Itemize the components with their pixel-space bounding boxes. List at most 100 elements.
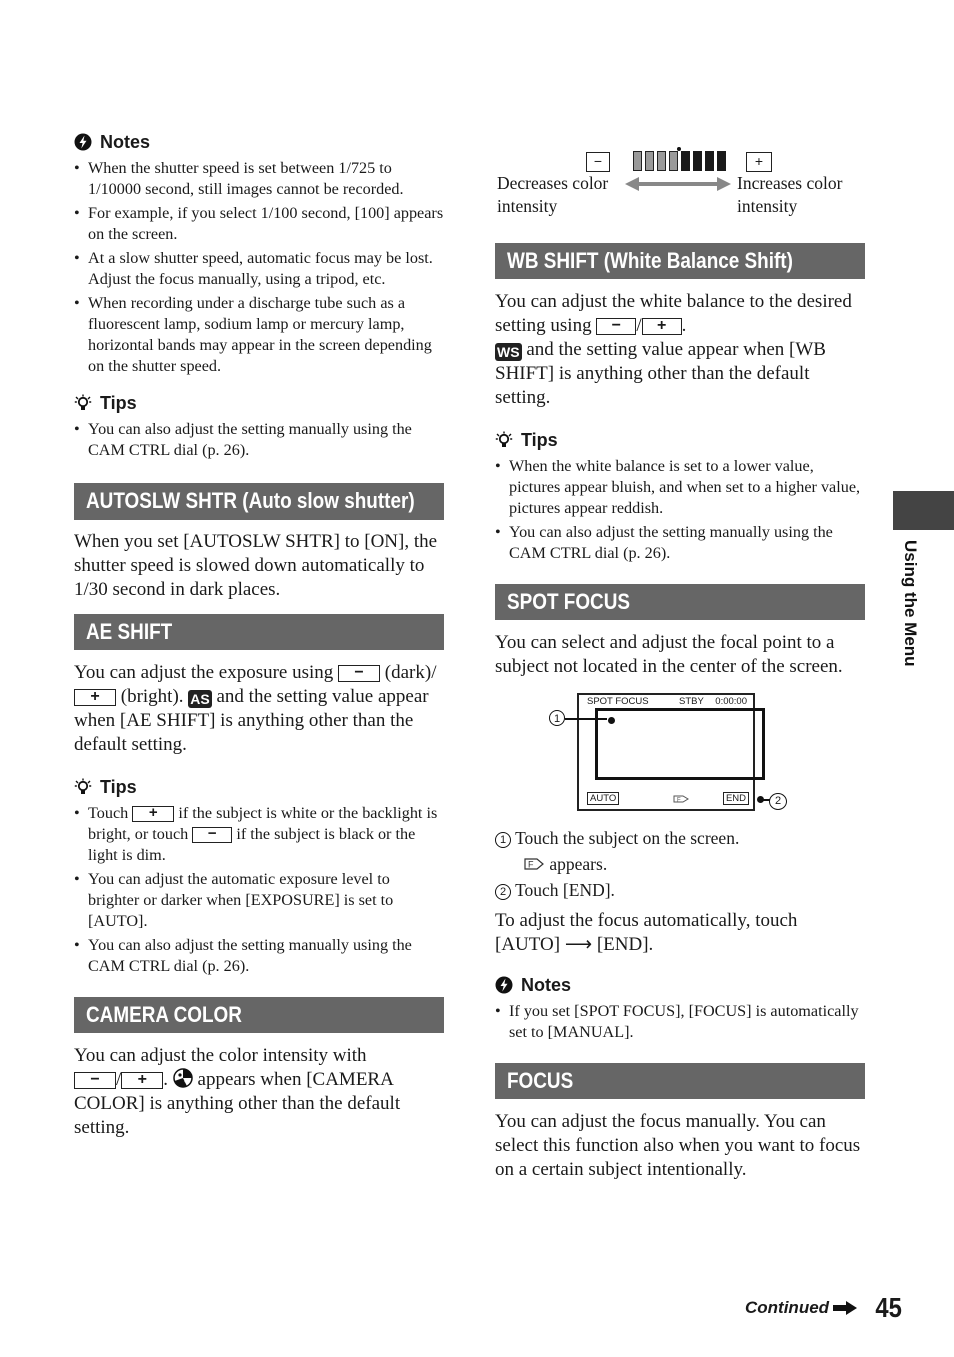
- step-number: 1: [495, 832, 511, 848]
- scale-minus-box: −: [586, 152, 610, 172]
- spot-focus-steps: 1 Touch the subject on the screen. F app…: [495, 825, 865, 903]
- increase-label: Increases color intensity: [737, 173, 843, 216]
- list-item: You can also adjust the setting manually…: [495, 522, 865, 564]
- tips-title: Tips: [100, 392, 137, 413]
- plus-button[interactable]: +: [641, 318, 682, 336]
- arrow-right-icon: ⟶: [564, 934, 593, 955]
- plus-button[interactable]: +: [132, 805, 175, 823]
- section-heading-spot-focus: SPOT FOCUS: [495, 584, 865, 620]
- lightbulb-icon: [74, 778, 92, 794]
- focus-frame[interactable]: [595, 708, 765, 780]
- ae-shift-body: You can adjust the exposure using − (dar…: [74, 662, 437, 755]
- intensity-bar: [657, 151, 666, 171]
- ae-shift-indicator-icon: AS: [188, 690, 212, 708]
- minus-button[interactable]: −: [192, 826, 233, 844]
- end-button[interactable]: END: [722, 792, 749, 805]
- notes-icon: [74, 133, 92, 151]
- scale-plus-box: +: [746, 152, 772, 172]
- callout-1: 1: [549, 710, 565, 726]
- svg-text:F: F: [528, 860, 534, 870]
- minus-button[interactable]: −: [596, 318, 637, 336]
- step-1: 1 Touch the subject on the screen.: [495, 825, 865, 851]
- tips-list: When the white balance is set to a lower…: [495, 456, 865, 564]
- list-item: For example, if you select 1/100 second,…: [74, 203, 444, 245]
- spot-focus-hand-icon: F: [524, 858, 544, 870]
- intensity-bar: [705, 151, 714, 171]
- list-item: You can also adjust the setting manually…: [74, 935, 444, 977]
- notes-heading: Notes: [74, 130, 444, 154]
- intensity-bar: [633, 151, 642, 171]
- camera-color-indicator-icon: [173, 1068, 193, 1088]
- notes-heading: Notes: [495, 973, 865, 997]
- tips-heading: Tips: [74, 775, 444, 799]
- lightbulb-icon: [495, 431, 513, 447]
- notes-list: If you set [SPOT FOCUS], [FOCUS] is auto…: [495, 1001, 865, 1043]
- notes-list: When the shutter speed is set between 1/…: [74, 158, 444, 377]
- screen-time: 0:00:00: [715, 696, 747, 707]
- plus-button[interactable]: +: [74, 689, 116, 707]
- autoslw-body: When you set [AUTOSLW SHTR] to [ON], the…: [74, 531, 438, 600]
- section-heading-focus: FOCUS: [495, 1063, 865, 1099]
- list-item: You can adjust the automatic exposure le…: [74, 869, 444, 932]
- callout-1-line: [565, 718, 607, 720]
- section-heading-wb-shift: WB SHIFT (White Balance Shift): [495, 243, 865, 279]
- page-footer: Continued 45: [745, 1292, 904, 1324]
- callout-2-line: [761, 799, 770, 801]
- lcd-screen: SPOT FOCUS STBY 0:00:00 AUTO F END: [577, 693, 765, 811]
- intensity-bar: [681, 151, 690, 171]
- list-item: When the white balance is set to a lower…: [495, 456, 865, 519]
- tips-list: You can also adjust the setting manually…: [74, 419, 444, 461]
- center-marker: [677, 147, 681, 151]
- section-heading-camera-color: CAMERA COLOR: [74, 997, 444, 1033]
- chapter-tab-label: Using the Menu: [901, 540, 920, 667]
- lightbulb-icon: [74, 394, 92, 410]
- decrease-label: Decreases color intensity: [497, 173, 609, 216]
- intensity-bar: [717, 151, 726, 171]
- screen-status: STBY: [679, 696, 704, 707]
- step-number: 2: [495, 884, 511, 900]
- continued-link[interactable]: Continued: [745, 1298, 858, 1318]
- list-item: If you set [SPOT FOCUS], [FOCUS] is auto…: [495, 1001, 865, 1043]
- list-item: You can also adjust the setting manually…: [74, 419, 444, 461]
- minus-button[interactable]: −: [338, 665, 381, 683]
- step-2: 2 Touch [END].: [495, 877, 865, 903]
- tips-heading: Tips: [74, 391, 444, 415]
- double-arrow-icon: [625, 177, 731, 191]
- step-1-note: F appears.: [495, 851, 865, 877]
- intensity-bar: [669, 151, 678, 171]
- section-heading-ae-shift: AE SHIFT: [74, 614, 444, 650]
- notes-title: Notes: [521, 974, 572, 995]
- auto-focus-instruction: To adjust the focus automatically, touch…: [495, 910, 798, 955]
- notes-title: Notes: [100, 131, 151, 152]
- minus-button[interactable]: −: [74, 1072, 116, 1090]
- arrow-right-icon: [833, 1301, 858, 1315]
- right-column: − + Decreases color intensity Increases …: [495, 145, 865, 1182]
- callout-2: 2: [769, 793, 787, 810]
- intensity-bar: [693, 151, 702, 171]
- tips-title: Tips: [521, 429, 558, 450]
- tips-heading: Tips: [495, 428, 865, 452]
- intensity-bars: [633, 147, 726, 171]
- camera-color-body: You can adjust the color intensity with …: [74, 1045, 401, 1138]
- spot-focus-screen-illustration: SPOT FOCUS STBY 0:00:00 AUTO F END 1 2: [495, 693, 865, 823]
- list-item: When the shutter speed is set between 1/…: [74, 158, 444, 200]
- spot-focus-hand-icon: F: [673, 795, 689, 804]
- svg-text:F: F: [677, 798, 681, 804]
- auto-button[interactable]: AUTO: [587, 792, 620, 805]
- intensity-bar: [645, 151, 654, 171]
- list-item: At a slow shutter speed, automatic focus…: [74, 248, 444, 290]
- focus-point: [608, 717, 615, 724]
- plus-button[interactable]: +: [121, 1072, 164, 1090]
- page-number: 45: [875, 1292, 902, 1323]
- notes-icon: [495, 976, 513, 994]
- tips-title: Tips: [100, 776, 137, 797]
- list-item: When recording under a discharge tube su…: [74, 293, 444, 377]
- wb-shift-indicator-icon: WS: [495, 343, 522, 361]
- spot-focus-body: You can select and adjust the focal poin…: [495, 632, 843, 677]
- left-column: Notes When the shutter speed is set betw…: [74, 130, 444, 1140]
- screen-mode: SPOT FOCUS: [587, 696, 649, 707]
- list-item: Touch + if the subject is white or the b…: [74, 803, 444, 866]
- focus-body: You can adjust the focus manually. You c…: [495, 1111, 861, 1180]
- wb-shift-body: You can adjust the white balance to the …: [495, 291, 852, 408]
- chapter-tab-marker: [893, 491, 954, 530]
